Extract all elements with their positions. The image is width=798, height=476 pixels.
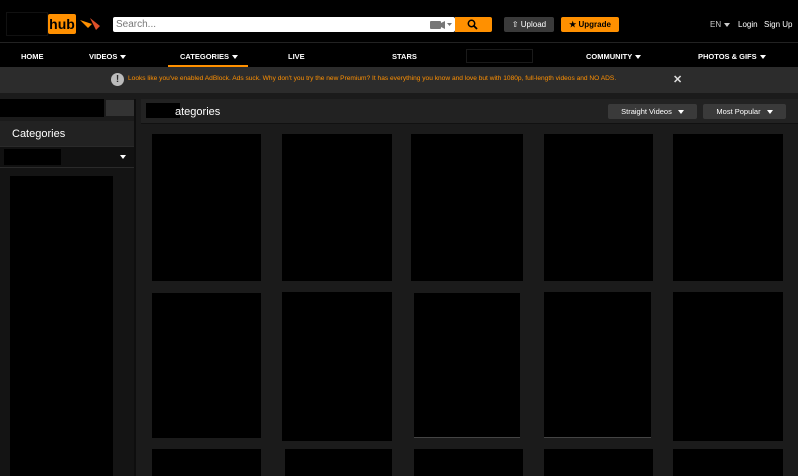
sidebar-dropdown[interactable] (0, 146, 134, 168)
nav-stars[interactable]: STARS (392, 52, 417, 61)
notice-text[interactable]: Looks like you've enabled AdBlock. Ads s… (128, 75, 616, 82)
sidebar-dropdown-redacted (4, 149, 61, 165)
nav-community-label: COMMUNITY (586, 52, 633, 61)
category-tile[interactable] (544, 292, 651, 438)
adblock-notice: ! Looks like you've enabled AdBlock. Ads… (0, 67, 798, 93)
sort-label: Most Popular (716, 107, 761, 116)
chevron-down-icon (759, 55, 766, 60)
category-tile[interactable] (673, 292, 783, 441)
category-tile[interactable] (282, 292, 392, 441)
orientation-label: Straight Videos (621, 107, 672, 116)
camera-search-icon[interactable] (429, 18, 453, 31)
nav-redacted (367, 49, 392, 63)
top-bar: hub ⇧ Upload ★ Upgrade EN Login Sign Up (0, 0, 798, 42)
main-content: ategories Straight Videos Most Popular (141, 99, 798, 476)
chevron-down-icon (635, 55, 642, 60)
login-link[interactable]: Login (738, 20, 758, 29)
chevron-down-icon (120, 55, 127, 60)
upload-icon: ⇧ (511, 20, 519, 29)
nav-videos-label: VIDEOS (89, 52, 118, 61)
divider (134, 99, 136, 476)
nav-photos-label: PHOTOS & GIFS (698, 52, 757, 61)
nav-videos[interactable]: VIDEOS (89, 52, 127, 61)
main-nav: HOME VIDEOS CATEGORIES LIVE STARS COMMUN… (0, 42, 798, 67)
nav-categories[interactable]: CATEGORIES (180, 52, 239, 61)
upgrade-label: Upgrade (578, 20, 611, 29)
category-tile[interactable] (673, 449, 783, 476)
orientation-dropdown[interactable]: Straight Videos (608, 104, 697, 119)
star-icon: ★ (569, 20, 577, 29)
logo-hub[interactable]: hub (48, 14, 76, 34)
upload-button[interactable]: ⇧ Upload (504, 17, 554, 32)
page-title: ategories (175, 106, 221, 118)
search-box (113, 17, 455, 32)
category-tile[interactable] (414, 449, 523, 476)
category-tile[interactable] (544, 134, 653, 281)
category-tile[interactable] (152, 293, 261, 438)
chevron-down-icon (724, 22, 731, 27)
nav-redacted (306, 49, 332, 63)
category-tile[interactable] (152, 449, 261, 476)
category-tile[interactable] (673, 134, 783, 281)
sidebar-title: Categories (0, 121, 134, 146)
chevron-down-icon (120, 155, 126, 159)
language-label: EN (710, 20, 722, 29)
chevron-down-icon (766, 110, 773, 115)
sort-dropdown[interactable]: Most Popular (703, 104, 786, 119)
category-tile[interactable] (285, 449, 392, 476)
category-tile[interactable] (152, 134, 261, 281)
category-tile[interactable] (282, 134, 392, 281)
category-tile[interactable] (544, 449, 653, 476)
close-icon[interactable]: ✕ (673, 73, 682, 86)
nav-categories-label: CATEGORIES (180, 52, 230, 61)
signup-link[interactable]: Sign Up (764, 20, 792, 29)
upgrade-button[interactable]: ★ Upgrade (561, 17, 619, 32)
nav-live[interactable]: LIVE (288, 52, 305, 61)
alert-icon: ! (111, 73, 124, 86)
logo-redacted[interactable] (6, 12, 48, 36)
sidebar-top-button[interactable] (106, 100, 134, 116)
nav-home[interactable]: HOME (21, 52, 44, 61)
category-tile[interactable] (414, 293, 520, 438)
nav-redacted (466, 49, 533, 63)
search-icon (467, 19, 478, 30)
sidebar-category-list[interactable] (10, 176, 113, 476)
logo-mark-icon (80, 18, 100, 30)
nav-community[interactable]: COMMUNITY (586, 52, 642, 61)
upload-label: Upload (520, 20, 547, 29)
sidebar: Categories (0, 121, 134, 476)
main-header: ategories Straight Videos Most Popular (141, 99, 798, 124)
nav-photos-gifs[interactable]: PHOTOS & GIFS (698, 52, 766, 61)
category-tile[interactable] (411, 134, 523, 281)
chevron-down-icon (232, 55, 239, 60)
language-selector[interactable]: EN (710, 20, 731, 29)
search-button[interactable] (455, 17, 492, 32)
sidebar-top-redacted (0, 99, 104, 117)
sidebar-title-label: Categories (12, 128, 66, 140)
search-input[interactable] (116, 17, 416, 32)
chevron-down-icon (677, 110, 684, 115)
